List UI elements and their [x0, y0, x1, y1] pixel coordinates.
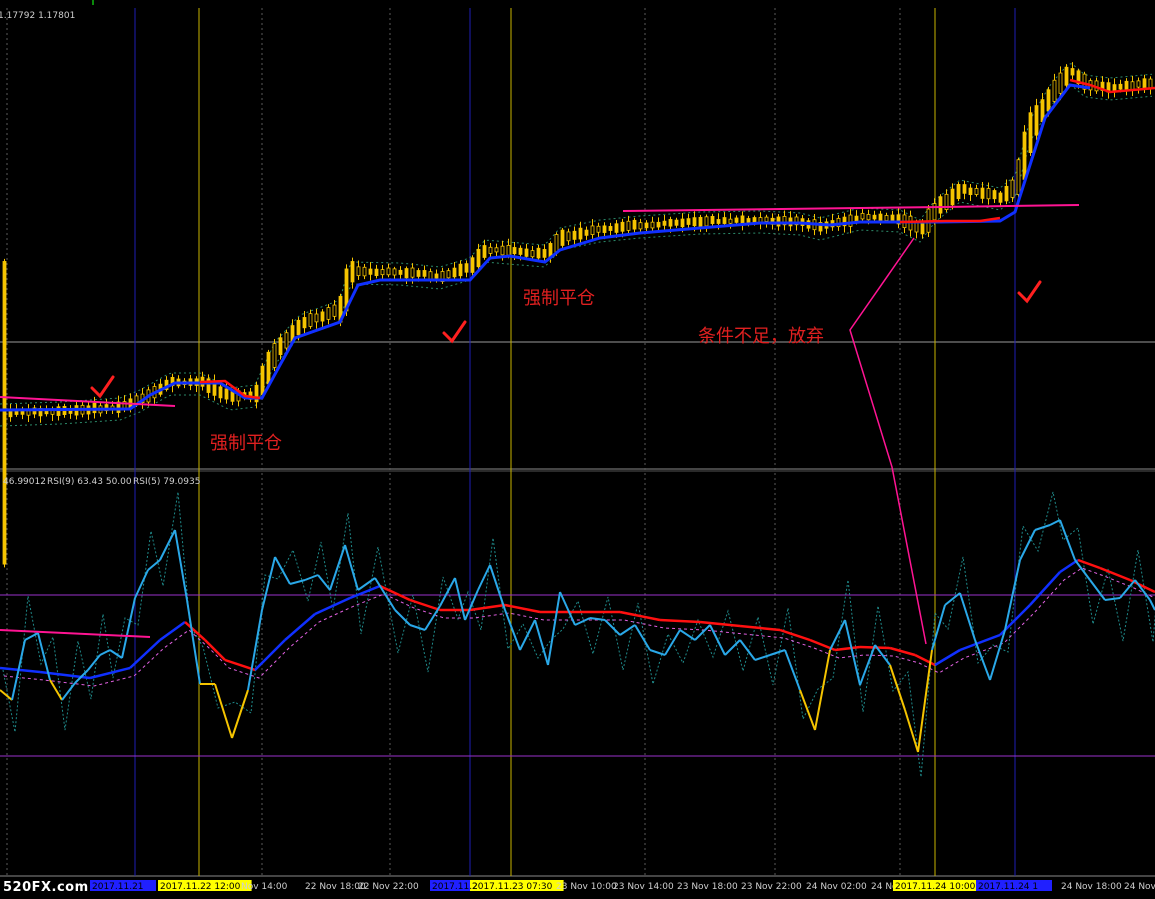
rsi-readout-value: 46.99012 — [3, 477, 46, 487]
time-axis-label: 23 Nov 10:00 — [556, 882, 617, 892]
time-axis-label: Nov 14:00 — [241, 882, 288, 892]
time-axis-label: 24 Nov — [1124, 882, 1155, 892]
candle — [560, 227, 565, 249]
rsi5-label: RSI(5) 79.0935 — [133, 477, 200, 487]
candle — [1064, 64, 1069, 89]
annotation-forced-close-2: 强制平仓 — [523, 288, 595, 309]
time-marker-label: 2017.11.21 — [92, 882, 144, 892]
time-axis-label: 23 Nov 14:00 — [613, 882, 674, 892]
candle — [272, 339, 277, 372]
time-axis: 2017.11.22 12:00 Nov 14:00 22 Nov 18:0022 … — [90, 880, 1155, 892]
time-marker-label: 2017.11.24 1 — [978, 882, 1038, 892]
time-axis-label: 23 Nov 18:00 — [677, 882, 738, 892]
toolbar-strip — [0, 0, 1155, 8]
time-marker-label: 2017.11.2 — [432, 882, 478, 892]
time-axis-label: 22 Nov 22:00 — [358, 882, 419, 892]
candle — [956, 182, 961, 202]
time-axis-label: 23 Nov 22:00 — [741, 882, 802, 892]
time-axis-label: 2017.11.22 12:00 — [160, 882, 241, 892]
candle — [2, 258, 7, 568]
time-axis-label: 2017.11.23 07:30 — [472, 882, 553, 892]
time-axis-label: 24 Nov 02:00 — [806, 882, 867, 892]
time-axis-label: 22 Nov 18:00 — [305, 882, 366, 892]
time-axis-label: 24 Nov 18:00 — [1061, 882, 1122, 892]
rsi9-label: RSI(9) 63.43 50.00 — [47, 477, 132, 487]
price-readout: 1.17792 1.17801 — [0, 11, 75, 21]
time-axis-label: 2017.11.24 10:00 — [895, 882, 976, 892]
annotation-insufficient: 条件不足，放弃 — [698, 326, 824, 347]
annotation-forced-close-1: 强制平仓 — [210, 433, 282, 454]
watermark-logo: 520FX.com — [3, 880, 89, 895]
trading-chart[interactable]: 强制平仓 强制平仓 条件不足，放弃 1.17792 1.17801 46.990… — [0, 0, 1155, 899]
candle — [1028, 106, 1033, 156]
